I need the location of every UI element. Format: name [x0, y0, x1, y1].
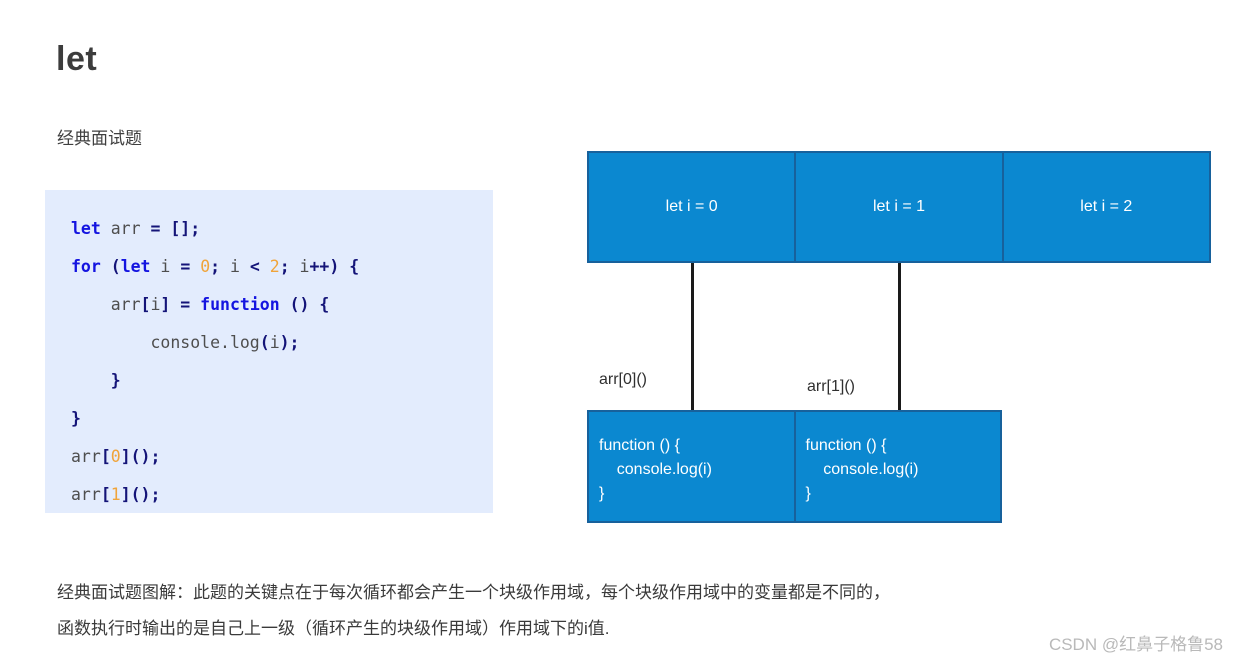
code-line: arr[0]();	[71, 438, 493, 476]
call-label-arr1: arr[1]()	[807, 378, 855, 395]
code-line: }	[71, 362, 493, 400]
code-token: }	[110, 371, 121, 390]
code-token: arr	[71, 295, 141, 314]
code-token: ;	[279, 257, 290, 276]
code-token: }	[71, 409, 81, 428]
scope-diagram: let i = 0 let i = 1 let i = 2 arr[0]() a…	[587, 151, 1211, 523]
function-box-row: function () { console.log(i) } function …	[587, 410, 1002, 523]
watermark-label: CSDN @红鼻子格鲁58	[1048, 635, 1223, 654]
caption-line-2: 函数执行时输出的是自己上一级（循环产生的块级作用域）作用域下的i值.	[57, 619, 610, 638]
code-token: ]	[160, 295, 171, 314]
scope-box-2: let i = 2	[1080, 198, 1133, 215]
code-line: console.log(i);	[71, 324, 493, 362]
code-token: {	[349, 257, 360, 276]
code-token: ++)	[309, 257, 340, 276]
code-token: 1	[110, 485, 121, 504]
code-token: ;	[210, 257, 221, 276]
code-line: }	[71, 400, 493, 438]
connector-line-0	[691, 263, 694, 410]
caption-line-1: 经典面试题图解：此题的关键点在于每次循环都会产生一个块级作用域，每个块级作用域中…	[57, 583, 890, 602]
code-line: for (let i = 0; i < 2; i++) {	[71, 248, 493, 286]
code-line: let arr = [];	[71, 210, 493, 248]
code-token: 2	[269, 257, 280, 276]
code-token: (	[259, 333, 270, 352]
code-token: [	[140, 295, 151, 314]
code-token: i	[289, 257, 310, 276]
code-token: i	[150, 295, 161, 314]
code-token: let	[120, 257, 151, 276]
code-token: arr	[100, 219, 151, 238]
code-token: for	[71, 257, 101, 276]
code-token: ]();	[120, 485, 161, 504]
code-token: let	[71, 219, 101, 238]
caption-block: 经典面试题图解：此题的关键点在于每次循环都会产生一个块级作用域，每个块级作用域中…	[57, 575, 890, 647]
code-token: =	[150, 219, 161, 238]
code-token: i	[150, 257, 181, 276]
code-token: 0	[200, 257, 211, 276]
scope-box-1: let i = 1	[796, 153, 1004, 261]
code-token: );	[279, 333, 300, 352]
code-token: [	[100, 447, 111, 466]
code-token: i	[269, 333, 280, 352]
code-token: [];	[170, 219, 201, 238]
subtitle-label: 经典面试题	[57, 129, 142, 148]
code-snippet: let arr = []; for (let i = 0; i < 2; i++)…	[45, 190, 493, 513]
call-label-arr0: arr[0]()	[599, 371, 647, 388]
code-token: console.log	[71, 333, 260, 352]
code-token: function	[200, 295, 280, 314]
code-token: <	[249, 257, 260, 276]
code-token: (	[110, 257, 121, 276]
block-scope-row: let i = 0 let i = 1 let i = 2	[587, 151, 1211, 263]
code-token: arr	[71, 485, 101, 504]
code-token: [	[100, 485, 111, 504]
code-token: =	[180, 257, 191, 276]
code-token: =	[180, 295, 191, 314]
connector-line-1	[898, 263, 901, 410]
code-token: {	[319, 295, 330, 314]
code-line: arr[1]();	[71, 476, 493, 514]
code-line: arr[i] = function () {	[71, 286, 493, 324]
function-box-0: function () { console.log(i) }	[589, 412, 796, 521]
scope-box-0: let i = 0	[589, 153, 797, 261]
code-token: ()	[289, 295, 310, 314]
code-token: ]();	[120, 447, 161, 466]
code-token: 0	[110, 447, 121, 466]
code-token: arr	[71, 447, 101, 466]
function-box-1: function () { console.log(i) }	[805, 437, 919, 502]
page-title: let	[56, 40, 98, 78]
code-token: i	[220, 257, 250, 276]
